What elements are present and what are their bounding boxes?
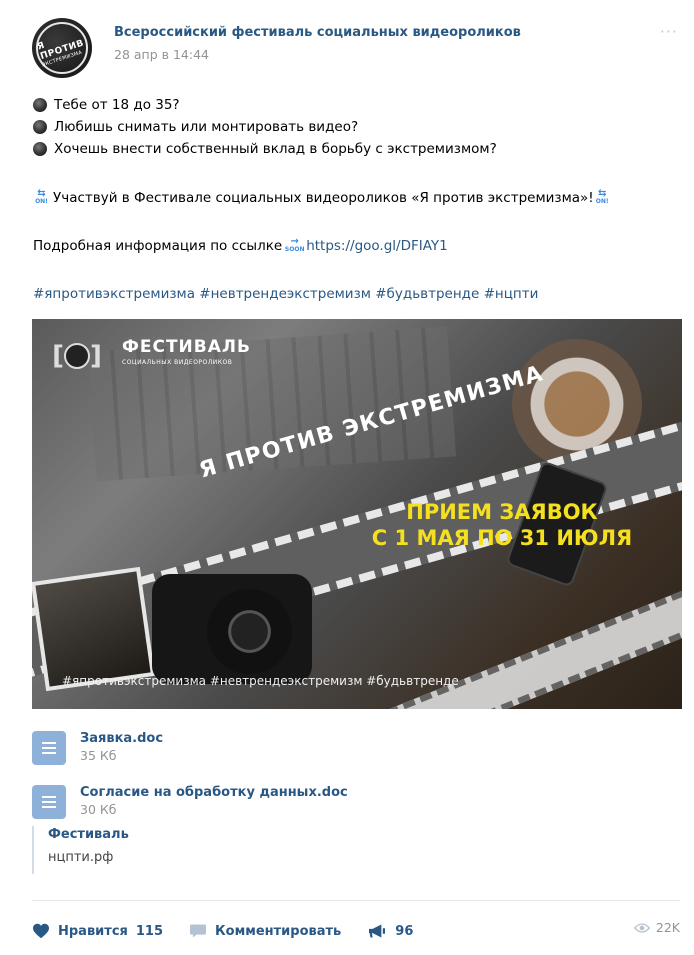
bullet-text: Любишь снимать или монтировать видео? — [54, 119, 359, 135]
soon-arrow-icon: → SOON — [284, 236, 305, 254]
more-options-icon[interactable]: ··· — [660, 22, 678, 41]
comment-button[interactable]: Комментировать — [189, 923, 341, 939]
post-image[interactable]: [] ФЕСТИВАЛЬ СОЦИАЛЬНЫХ ВИДЕОРОЛИКОВ Я П… — [32, 319, 682, 709]
eye-icon — [633, 922, 650, 933]
bullet-item: Хочешь внести собственный вклад в борьбу… — [33, 138, 497, 160]
attachment-size: 30 Кб — [80, 802, 117, 817]
post-bullets: Тебе от 18 до 35? Любишь снимать или мон… — [33, 94, 497, 160]
post-header: Я ПРОТИВ ЭКСТРЕМИЗМА Всероссийский фести… — [32, 18, 680, 78]
share-button[interactable]: 96 — [367, 923, 413, 939]
on-arrows-icon: ⇆ ON! — [35, 188, 48, 206]
bullet-text: Хочешь внести собственный вклад в борьбу… — [54, 141, 497, 157]
post-author[interactable]: Всероссийский фестиваль социальных видео… — [114, 25, 521, 40]
reception-line-2: С 1 МАЯ ПО 31 ИЮЛЯ — [371, 526, 633, 550]
attachment-name[interactable]: Согласие на обработку данных.doc — [80, 785, 348, 800]
bullet-text: Тебе от 18 до 35? — [54, 97, 180, 113]
info-text: Подробная информация по ссылке — [33, 237, 283, 254]
radio-icon — [33, 142, 47, 156]
banner-reception: ПРИЕМ ЗАЯВОК С 1 МАЯ ПО 31 ИЮЛЯ — [362, 499, 642, 551]
share-count: 96 — [395, 923, 414, 939]
festival-logo-icon: [] — [52, 341, 102, 371]
photo-graphic — [32, 566, 156, 692]
on-arrows-icon: ⇆ ON! — [595, 188, 609, 206]
bullet-item: Тебе от 18 до 35? — [33, 94, 497, 116]
views-count: 22K — [655, 920, 680, 935]
banner-subtitle: СОЦИАЛЬНЫХ ВИДЕОРОЛИКОВ — [122, 359, 233, 366]
avatar[interactable]: Я ПРОТИВ ЭКСТРЕМИЗМА — [32, 18, 92, 78]
camera-lens-graphic — [207, 589, 292, 674]
document-icon — [32, 731, 66, 765]
like-label: Нравится — [58, 923, 128, 939]
participate-text: Участвуй в Фестивале социальных видеорол… — [53, 189, 594, 206]
radio-icon — [33, 98, 47, 112]
divider — [32, 900, 680, 901]
attachment-name[interactable]: Заявка.doc — [80, 731, 163, 746]
attachment-doc[interactable]: Заявка.doc 35 Кб — [32, 731, 163, 765]
link-snippet[interactable]: Фестиваль нцпти.рф — [32, 826, 129, 874]
bullet-item: Любишь снимать или монтировать видео? — [33, 116, 497, 138]
hashtags[interactable]: #япротивэкстремизма #невтрендеэкстремизм… — [33, 286, 538, 302]
reception-line-1: ПРИЕМ ЗАЯВОК — [406, 500, 598, 524]
heart-icon — [33, 923, 49, 939]
banner-title: ФЕСТИВАЛЬ — [122, 337, 251, 357]
like-count: 115 — [135, 923, 164, 939]
info-line: Подробная информация по ссылке → SOON htt… — [33, 237, 448, 254]
attachment-size: 35 Кб — [80, 748, 117, 763]
participate-line: ⇆ ON! Участвуй в Фестивале социальных вид… — [33, 189, 614, 206]
like-button[interactable]: Нравится 115 — [32, 923, 163, 939]
avatar-logo: Я ПРОТИВ ЭКСТРЕМИЗМА — [36, 22, 88, 74]
post-actions: Нравится 115 Комментировать 96 22K — [32, 920, 680, 942]
post-date[interactable]: 28 апр в 14:44 — [114, 47, 209, 62]
comment-label: Комментировать — [215, 923, 342, 939]
radio-icon — [33, 120, 47, 134]
link-title[interactable]: Фестиваль — [48, 827, 129, 842]
link-url[interactable]: нцпти.рф — [48, 850, 129, 865]
document-icon — [32, 785, 66, 819]
comment-icon — [190, 924, 207, 938]
info-link[interactable]: https://goo.gl/DFIAY1 — [306, 238, 448, 254]
banner-hashtags: #япротивэкстремизма #невтрендеэкстремизм… — [62, 674, 459, 688]
views-counter: 22K — [633, 920, 680, 935]
megaphone-icon — [369, 924, 386, 938]
attachment-doc[interactable]: Согласие на обработку данных.doc 30 Кб — [32, 785, 348, 819]
